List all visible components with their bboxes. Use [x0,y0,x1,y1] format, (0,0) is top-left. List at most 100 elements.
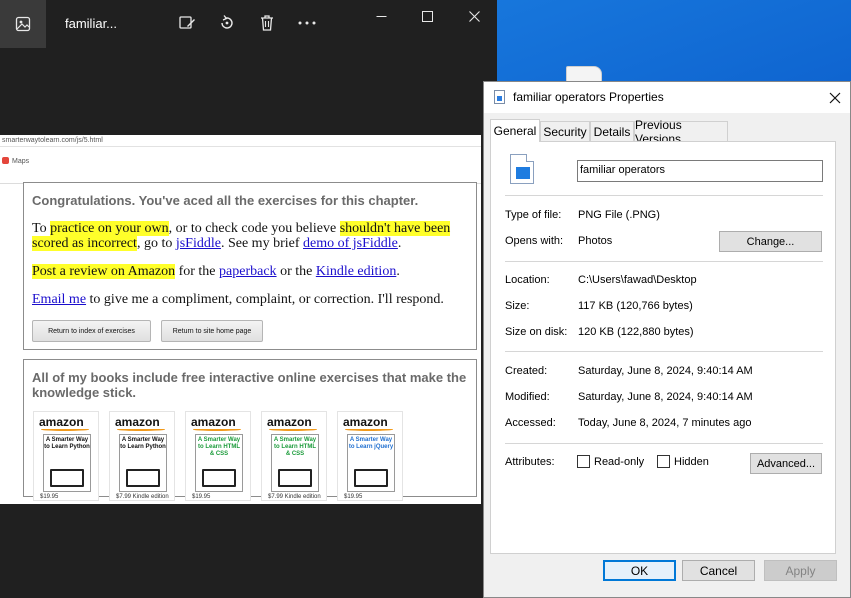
amazon-logo: amazon [39,415,84,429]
divider [505,443,823,444]
amazon-smile-icon [41,428,89,431]
book-title: A Smarter Way to Learn HTML & CSS [273,437,317,457]
text-span: , go to [136,236,176,251]
devices-icon [354,469,388,487]
text-span: , or to check code you believe [168,221,340,236]
bookmark-maps: Maps [12,158,30,165]
photos-title: familiar... [65,16,118,31]
dialog-titlebar: familiar operators Properties [484,82,850,113]
kindle-link: Kindle edition [315,264,397,279]
text-span: To [32,221,51,236]
ok-button[interactable]: OK [603,560,676,581]
type-value: PNG File (.PNG) [578,209,660,221]
photos-app-icon [0,0,46,48]
book-cover-art: A Smarter Way to Learn Python [119,434,167,492]
book-cover: amazon A Smarter Way to Learn Python $7.99… [109,411,175,501]
bookmarks-bar: Maps [0,148,481,184]
book-cover-art: A Smarter Way to Learn Python [43,434,91,492]
book-price: $7.99 Kindle edition [116,494,169,500]
cancel-button[interactable]: Cancel [682,560,755,581]
rotate-icon[interactable] [216,12,238,34]
type-label: Type of file: [505,209,562,221]
devices-icon [126,469,160,487]
devices-icon [278,469,312,487]
book-price: $19.95 [344,494,363,500]
dialog-title: familiar operators Properties [513,90,664,104]
jsfiddle-link: jsFiddle [175,236,221,251]
file-name-field[interactable]: familiar operators [577,160,823,182]
hidden-checkbox[interactable]: Hidden [657,455,709,468]
tab-security[interactable]: Security [540,121,590,141]
maps-icon [2,157,9,164]
return-index-button: Return to index of exercises [32,320,151,342]
edit-image-icon[interactable] [176,12,198,34]
divider [505,351,823,352]
opens-label: Opens with: [505,235,564,247]
readonly-checkbox[interactable]: Read-only [577,455,644,468]
dialog-close-icon[interactable] [820,82,850,113]
amazon-logo: amazon [267,415,312,429]
practice-paragraph: To practice on your own, or to check cod… [32,221,468,251]
amazon-logo: amazon [191,415,236,429]
email-link: Email me [32,292,87,307]
accessed-label: Accessed: [505,417,556,429]
location-label: Location: [505,274,550,286]
close-button[interactable] [451,0,497,32]
book-cover-art: A Smarter Way to Learn HTML & CSS [195,434,243,492]
book-title: A Smarter Way to Learn jQuery [348,437,394,450]
browser-url: smarterwaytolearn.com/js/5.html [0,135,481,147]
books-heading: All of my books include free interactive… [32,370,467,400]
divider [505,195,823,196]
opens-value: Photos [578,235,613,247]
amazon-logo: amazon [343,415,388,429]
return-home-button: Return to site home page [161,320,263,342]
advanced-button[interactable]: Advanced... [750,453,822,474]
congrats-box: Congratulations. You've aced all the exe… [23,182,477,350]
tab-details[interactable]: Details [590,121,634,141]
text-span: for the [175,264,220,279]
paperback-link: paperback [219,264,277,279]
review-paragraph: Post a review on Amazon for the paperbac… [32,264,468,279]
book-price: $19.95 [192,494,211,500]
checkbox-box[interactable] [577,455,590,468]
maximize-button[interactable] [404,0,450,32]
book-price: $19.95 [40,494,59,500]
book-title: A Smarter Way to Learn HTML & CSS [197,437,241,457]
readonly-label: Read-only [594,455,645,468]
book-cover-art: A Smarter Way to Learn HTML & CSS [271,434,319,492]
amazon-smile-icon [269,428,317,431]
photos-titlebar: familiar... [0,0,497,48]
text-span: . [397,236,402,251]
divider [505,261,823,262]
text-span: or the [276,264,316,279]
devices-icon [202,469,236,487]
books-box: All of my books include free interactive… [23,359,477,501]
amazon-smile-icon [193,428,241,431]
properties-dialog: familiar operators Properties General Se… [483,81,851,598]
tab-general[interactable]: General [490,119,540,142]
size-value: 117 KB (120,766 bytes) [578,300,693,312]
book-cover: amazon A Smarter Way to Learn jQuery $19.9… [337,411,403,501]
tab-previous-versions[interactable]: Previous Versions [634,118,728,146]
email-paragraph: Email me to give me a compliment, compla… [32,292,468,307]
modified-value: Saturday, June 8, 2024, 9:40:14 AM [578,391,753,403]
attributes-label: Attributes: [505,456,555,468]
amazon-smile-icon [345,428,393,431]
highlight-review: Post a review on Amazon [32,264,176,279]
size-on-disk-label: Size on disk: [505,326,568,338]
change-button[interactable]: Change... [719,231,822,252]
created-value: Saturday, June 8, 2024, 9:40:14 AM [578,365,753,377]
book-price: $7.99 Kindle edition [268,494,321,500]
apply-button: Apply [764,560,837,581]
created-label: Created: [505,365,548,377]
checkbox-box[interactable] [657,455,670,468]
book-cover: amazon A Smarter Way to Learn Python $19.9… [33,411,99,501]
book-title: A Smarter Way to Learn Python [44,437,90,450]
amazon-smile-icon [117,428,165,431]
minimize-button[interactable] [358,0,404,32]
modified-label: Modified: [505,391,550,403]
more-icon[interactable] [296,12,318,34]
delete-icon[interactable] [256,12,278,34]
hidden-label: Hidden [674,455,709,468]
book-cover: amazon A Smarter Way to Learn HTML & CSS $… [185,411,251,501]
